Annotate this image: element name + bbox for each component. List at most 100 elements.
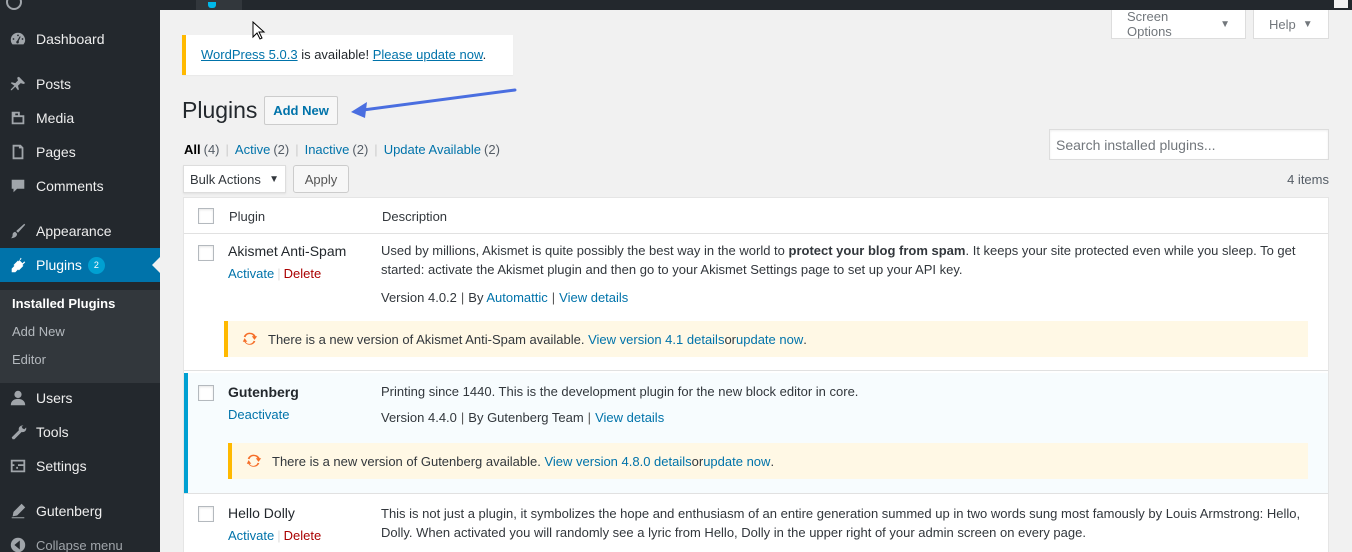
filter-count: (2) <box>484 142 500 157</box>
bulk-actions-label: Bulk Actions <box>190 171 261 187</box>
brush-icon <box>0 222 36 240</box>
add-new-button[interactable]: Add New <box>264 96 338 125</box>
view-details-link[interactable]: View details <box>595 410 664 425</box>
sidebar-item-settings[interactable]: Settings <box>0 449 160 483</box>
view-version-details-link[interactable]: View version 4.1 details <box>588 332 724 347</box>
filter-separator: | <box>225 142 229 157</box>
settings-icon <box>0 457 36 475</box>
wordpress-logo-icon[interactable] <box>6 0 22 10</box>
sidebar-item-comments[interactable]: Comments <box>0 169 160 203</box>
author-prefix: By <box>468 290 487 305</box>
filter-active[interactable]: Active <box>235 142 270 157</box>
table-row: Hello Dolly Activate | Delete This is not … <box>184 495 1328 552</box>
sidebar-item-label: Tools <box>36 424 69 440</box>
sidebar-item-tools[interactable]: Tools <box>0 415 160 449</box>
row-actions: Activate | Delete <box>228 528 321 543</box>
table-row: Akismet Anti-Spam Activate | Delete Used b… <box>184 235 1328 371</box>
pin-icon <box>0 75 36 93</box>
sidebar-item-pages[interactable]: Pages <box>0 135 160 169</box>
collapse-icon <box>0 536 36 552</box>
update-now-link[interactable]: update now <box>736 332 803 347</box>
author-link[interactable]: Automattic <box>486 290 547 305</box>
notice-text: There is a new version of Gutenberg avai… <box>272 453 541 469</box>
sidebar-item-users[interactable]: Users <box>0 381 160 415</box>
filter-inactive[interactable]: Inactive <box>305 142 350 157</box>
plugin-name: Hello Dolly <box>228 505 295 521</box>
sidebar-item-label: Users <box>36 390 73 406</box>
sidebar-item-posts[interactable]: Posts <box>0 67 160 101</box>
main-content: Screen Options ▼ Help ▼ WordPress 5.0.3 is… <box>160 9 1352 552</box>
caret-down-icon: ▼ <box>1220 18 1230 30</box>
sidebar-item-gutenberg[interactable]: Gutenberg <box>0 494 160 528</box>
submenu-editor[interactable]: Editor <box>12 352 46 367</box>
sidebar-item-label: Media <box>36 110 75 126</box>
mouse-cursor-icon <box>252 21 266 40</box>
row-actions: Deactivate <box>228 407 289 422</box>
admin-bar-highlight[interactable] <box>196 0 242 10</box>
plugins-submenu: Installed Plugins Add New Editor <box>0 290 160 383</box>
sidebar-item-label: Plugins <box>36 257 82 273</box>
select-all-checkbox[interactable] <box>198 208 214 224</box>
filter-count: (2) <box>352 142 369 157</box>
delete-link[interactable]: Delete <box>284 266 322 281</box>
notice-text: There is a new version of Akismet Anti-S… <box>268 331 585 347</box>
update-nag-notice: WordPress 5.0.3 is available! Please upd… <box>182 35 513 75</box>
user-icon <box>0 389 36 407</box>
activate-link[interactable]: Activate <box>228 528 274 543</box>
admin-sidebar: Dashboard Posts Media Pages Comments App… <box>0 10 160 552</box>
wordpress-version-link[interactable]: WordPress 5.0.3 <box>201 47 298 62</box>
wrench-icon <box>0 423 36 441</box>
deactivate-link[interactable]: Deactivate <box>228 407 289 422</box>
filter-all[interactable]: All <box>184 142 201 157</box>
sidebar-item-media[interactable]: Media <box>0 101 160 135</box>
sidebar-item-label: Dashboard <box>36 31 105 47</box>
collapse-menu-button[interactable]: Collapse menu <box>0 528 160 552</box>
update-nag-text: is available! <box>297 47 373 62</box>
filter-count: (2) <box>273 142 290 157</box>
version-text: Version 4.4.0 <box>381 410 457 425</box>
caret-down-icon: ▼ <box>269 173 279 185</box>
apply-button[interactable]: Apply <box>293 165 349 193</box>
submenu-installed-plugins[interactable]: Installed Plugins <box>12 296 115 311</box>
update-notice: There is a new version of Akismet Anti-S… <box>224 321 1308 357</box>
admin-bar-avatar[interactable] <box>1334 0 1348 8</box>
notice-period: . <box>803 331 807 347</box>
filter-update-available[interactable]: Update Available <box>384 142 481 157</box>
row-actions: Activate | Delete <box>228 266 321 281</box>
row-checkbox[interactable] <box>198 506 214 522</box>
row-checkbox[interactable] <box>198 385 214 401</box>
sidebar-item-plugins[interactable]: Plugins 2 <box>0 248 160 282</box>
action-separator: | <box>277 528 281 543</box>
view-details-link[interactable]: View details <box>559 290 628 305</box>
plugin-status-filters: All (4) | Active (2) | Inactive (2) | Updat… <box>184 142 500 157</box>
please-update-link[interactable]: Please update now <box>373 47 483 62</box>
row-checkbox[interactable] <box>198 245 214 261</box>
description-bold: protect your blog from spam <box>788 243 966 258</box>
update-now-link[interactable]: update now <box>703 454 770 469</box>
update-icon <box>246 454 262 467</box>
update-count-badge: 2 <box>87 256 105 274</box>
screen-options-button[interactable]: Screen Options ▼ <box>1111 9 1246 39</box>
activate-link[interactable]: Activate <box>228 266 274 281</box>
update-icon <box>242 332 258 345</box>
plugin-description: This is not just a plugin, it symbolizes… <box>381 506 1301 540</box>
sidebar-item-label: Posts <box>36 76 72 92</box>
sidebar-item-appearance[interactable]: Appearance <box>0 214 160 248</box>
help-label: Help <box>1269 16 1296 32</box>
version-separator: | <box>587 410 592 425</box>
bulk-actions-select[interactable]: Bulk Actions ▼ <box>183 165 286 193</box>
sidebar-item-label: Appearance <box>36 223 112 239</box>
update-nag-period: . <box>482 47 487 62</box>
plugin-description: Used by millions, Akismet is quite possi… <box>381 241 1309 279</box>
view-version-details-link[interactable]: View version 4.8.0 details <box>544 454 691 469</box>
screen-options-label: Screen Options <box>1127 9 1172 39</box>
media-icon <box>0 109 36 127</box>
action-separator: | <box>277 266 281 281</box>
delete-link[interactable]: Delete <box>284 528 322 543</box>
help-button[interactable]: Help ▼ <box>1253 10 1329 39</box>
sidebar-item-dashboard[interactable]: Dashboard <box>0 22 160 56</box>
search-plugins-input[interactable]: Search installed plugins... <box>1049 129 1329 160</box>
author-text: By Gutenberg Team <box>468 410 584 425</box>
items-count: 4 items <box>1287 172 1329 187</box>
submenu-add-new[interactable]: Add New <box>12 324 65 339</box>
